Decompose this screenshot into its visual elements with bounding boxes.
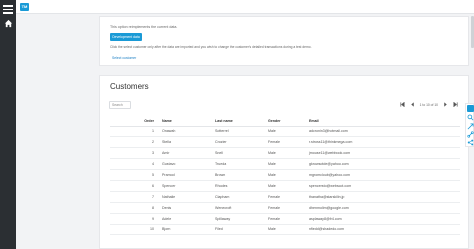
cell-email: thanatha@starskilin.jp (307, 191, 460, 203)
cell-last-name: Crozier (213, 136, 266, 149)
prev-page-icon[interactable] (410, 102, 415, 107)
cell-email: spencersto@webscot.com (307, 180, 460, 192)
table-header-row: Order Name Last name Gender Email (110, 117, 460, 127)
cell-email: jmouse11@webbook.com (307, 147, 460, 160)
cell-email: mgromcloub@yahoo.com (307, 169, 460, 181)
table-row[interactable]: 10 Bjorn Filed Male nfiedd@shadedo.com (110, 224, 460, 236)
cell-name: Pramod (160, 169, 213, 181)
cell-order: 4 (110, 158, 160, 171)
cell-name: Spencer (160, 180, 213, 192)
table-row[interactable]: 2 Stella Crozier Female r.stross11@thinkmega… (110, 136, 460, 149)
development-data-panel: This option reimplements the current dat… (99, 16, 469, 66)
column-header-last-name[interactable]: Last name (213, 117, 266, 127)
cell-name: Amir (160, 147, 213, 160)
table-row[interactable]: 6 Spencer Rhodes Male spencersto@webscot.com (110, 180, 460, 192)
cell-email: adcronin3@hotmail.com (307, 126, 460, 138)
cell-last-name: Rhodes (213, 180, 266, 192)
cell-last-name: Trueda (213, 158, 266, 171)
search-icon[interactable] (467, 114, 474, 121)
cell-order: 6 (110, 180, 160, 192)
cell-order: 3 (110, 147, 160, 160)
column-header-gender[interactable]: Gender (266, 117, 307, 127)
cell-last-name: Clapham (213, 191, 266, 203)
cell-name: Gustavo (160, 158, 213, 171)
pagination: 1 to 10 of 10 (400, 102, 458, 107)
table-row[interactable]: 8 Denis Wenecroft Female dhenmolim@google.co… (110, 202, 460, 214)
cell-name: Bjorn (160, 224, 213, 236)
cell-email: dhenmolim@google.com (307, 202, 460, 214)
cell-last-name: Brown (213, 169, 266, 181)
cell-order: 8 (110, 202, 160, 214)
expand-icon[interactable] (467, 123, 474, 130)
cell-name: Denis (160, 202, 213, 214)
page-title: Customers (110, 82, 149, 91)
cell-name: Stella (160, 136, 213, 149)
cell-order: 5 (110, 169, 160, 181)
cell-last-name: Spillaway (213, 213, 266, 225)
cell-gender: Male (266, 169, 307, 181)
notice-help-text: Click the select customer only after the… (110, 45, 312, 49)
hamburger-menu-icon[interactable] (3, 5, 13, 14)
cell-name: Onawah (160, 126, 213, 138)
app-logo-icon[interactable]: TM (20, 3, 29, 11)
share-icon[interactable] (467, 139, 474, 146)
select-customer-link[interactable]: Select customer (112, 56, 136, 60)
cell-gender: Male (266, 126, 307, 138)
search-input[interactable]: Search (109, 101, 131, 109)
cell-order: 7 (110, 191, 160, 203)
cell-gender: Female (266, 191, 307, 203)
notice-text: This option reimplements the current dat… (110, 25, 178, 29)
table-row[interactable]: 7 Nathalie Clapham Female thanatha@starskili… (110, 191, 460, 203)
cell-email: nfiedd@shadedo.com (307, 224, 460, 236)
cell-last-name: Sotterrel (213, 126, 266, 138)
page-range-text: 1 to 10 of 10 (419, 102, 438, 107)
first-page-icon[interactable] (400, 102, 405, 107)
table-row[interactable]: 5 Pramod Brown Male mgromcloub@yahoo.com (110, 169, 460, 181)
column-header-name[interactable]: Name (160, 117, 213, 127)
table-row[interactable]: 9 Adele Spillaway Female asplaway8@fr4.com (110, 213, 460, 225)
cell-order: 1 (110, 126, 160, 138)
left-sidebar (0, 0, 16, 249)
customers-table: Order Name Last name Gender Email 1 Onawa… (110, 117, 460, 236)
link-icon[interactable] (467, 131, 474, 138)
table-row[interactable]: 1 Onawah Sotterrel Male adcronin3@hotmail.co… (110, 126, 460, 138)
cell-order: 10 (110, 224, 160, 236)
column-header-email[interactable]: Email (307, 117, 460, 127)
top-bar: TM (16, 0, 474, 14)
floating-toolbar (465, 103, 474, 147)
cell-email: asplaway8@fr4.com (307, 213, 460, 225)
cell-name: Nathalie (160, 191, 213, 203)
cell-last-name: Wenecroft (213, 202, 266, 214)
cell-last-name: Filed (213, 224, 266, 236)
development-data-button[interactable]: Development data (110, 33, 142, 41)
last-page-icon[interactable] (453, 102, 458, 107)
cell-name: Adele (160, 213, 213, 225)
cell-gender: Female (266, 213, 307, 225)
cell-email: gkrowsotde@yahoo.com (307, 158, 460, 171)
cell-order: 2 (110, 136, 160, 149)
cell-gender: Male (266, 224, 307, 236)
cell-gender: Male (266, 147, 307, 160)
home-icon[interactable] (4, 19, 13, 28)
cell-email: r.stross11@thinkmega.com (307, 136, 460, 149)
table-row[interactable]: 3 Amir Snell Male jmouse11@webbook.com (110, 147, 460, 160)
cell-order: 9 (110, 213, 160, 225)
column-header-order[interactable]: Order (110, 117, 160, 127)
cell-gender: Male (266, 158, 307, 171)
cell-gender: Female (266, 202, 307, 214)
cell-gender: Male (266, 180, 307, 192)
cell-last-name: Snell (213, 147, 266, 160)
app-badge-icon[interactable] (467, 105, 474, 112)
customers-panel: Customers Search 1 to 10 of 10 Order Nam… (99, 75, 469, 249)
next-page-icon[interactable] (443, 102, 448, 107)
table-row[interactable]: 4 Gustavo Trueda Male gkrowsotde@yahoo.com (110, 158, 460, 171)
cell-gender: Female (266, 136, 307, 149)
